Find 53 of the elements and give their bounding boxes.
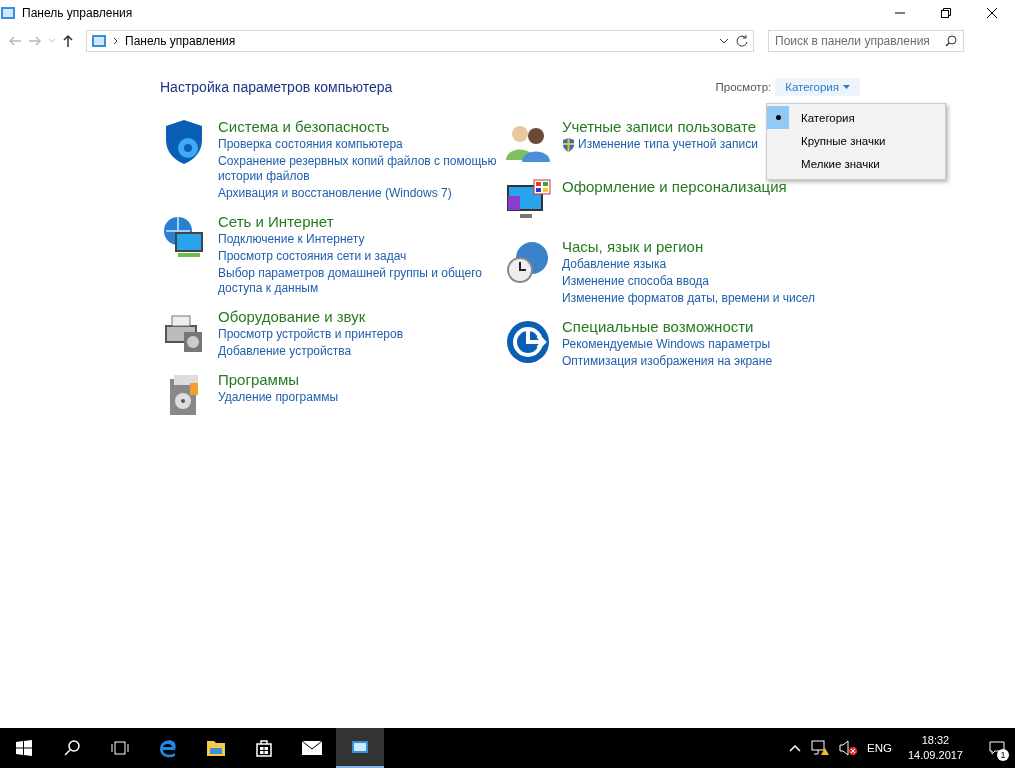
action-center-button[interactable]: 1 xyxy=(979,728,1015,768)
access-icon[interactable] xyxy=(504,318,552,366)
control-panel-icon xyxy=(0,5,16,21)
address-bar[interactable]: Панель управления xyxy=(86,30,754,52)
task-link[interactable]: Выбор параметров домашней группы и общего доступа к данным xyxy=(218,266,508,296)
windows-logo-icon xyxy=(16,740,32,756)
task-link[interactable]: Архивация и восстановление (Windows 7) xyxy=(218,186,508,201)
category-link[interactable]: Оборудование и звук xyxy=(218,308,508,325)
category-link[interactable]: Оформление и персонализация xyxy=(562,178,852,195)
task-link[interactable]: Рекомендуемые Windows параметры xyxy=(562,337,852,352)
chevron-up-icon[interactable] xyxy=(789,744,801,752)
task-link[interactable]: Добавление устройства xyxy=(218,344,508,359)
task-link[interactable]: Просмотр состояния сети и задач xyxy=(218,249,508,264)
task-link[interactable]: Удаление программы xyxy=(218,390,508,405)
task-link[interactable]: Оптимизация изображения на экране xyxy=(562,354,852,369)
task-link[interactable]: Изменение форматов даты, времени и чисел xyxy=(562,291,852,306)
page-heading: Настройка параметров компьютера xyxy=(160,79,393,95)
restore-icon xyxy=(941,8,951,18)
close-icon xyxy=(987,8,997,18)
task-link[interactable]: Просмотр устройств и принтеров xyxy=(218,327,508,342)
view-label: Просмотр: xyxy=(715,81,772,93)
chevron-icon xyxy=(113,37,119,45)
control-panel-taskbar-icon[interactable] xyxy=(336,728,384,768)
address-path: Панель управления xyxy=(125,34,237,48)
category-link[interactable]: Специальные возможности xyxy=(562,318,852,335)
caret-icon[interactable] xyxy=(719,38,729,44)
control-panel-icon xyxy=(91,33,107,49)
refresh-icon[interactable] xyxy=(735,34,749,48)
menu-item[interactable]: Крупные значки xyxy=(767,129,945,152)
task-link[interactable]: Подключение к Интернету xyxy=(218,232,508,247)
search-icon xyxy=(64,740,80,756)
language-indicator[interactable]: ENG xyxy=(867,742,892,754)
search-field[interactable]: Поиск в панели управления xyxy=(768,30,964,52)
task-view-icon xyxy=(111,741,129,755)
task-link[interactable]: Изменение способа ввода xyxy=(562,274,852,289)
window-title: Панель управления xyxy=(22,6,133,20)
caret-icon xyxy=(843,85,850,89)
shield-icon xyxy=(562,137,575,152)
menu-item[interactable]: Категория xyxy=(767,106,945,129)
task-link[interactable]: Сохранение резервных копий файлов с помощью истории файлов xyxy=(218,154,508,184)
search-icon xyxy=(945,35,957,47)
category-link[interactable]: Сеть и Интернет xyxy=(218,213,508,230)
task-link[interactable]: Проверка состояния компьютера xyxy=(218,137,508,152)
network-icon[interactable] xyxy=(811,740,829,756)
muted-speaker-icon[interactable] xyxy=(839,740,857,756)
menu-item[interactable]: Мелкие значки xyxy=(767,152,945,175)
category-link[interactable]: Система и безопасность xyxy=(218,118,508,135)
category-link[interactable]: Часы, язык и регион xyxy=(562,238,852,255)
clock[interactable]: 18:32 14.09.2017 xyxy=(901,733,969,763)
task-link[interactable]: Добавление языка xyxy=(562,257,852,272)
up-arrow-icon[interactable] xyxy=(62,34,74,48)
view-dropdown[interactable]: Категория xyxy=(775,78,860,96)
category-link[interactable]: Программы xyxy=(218,371,508,388)
